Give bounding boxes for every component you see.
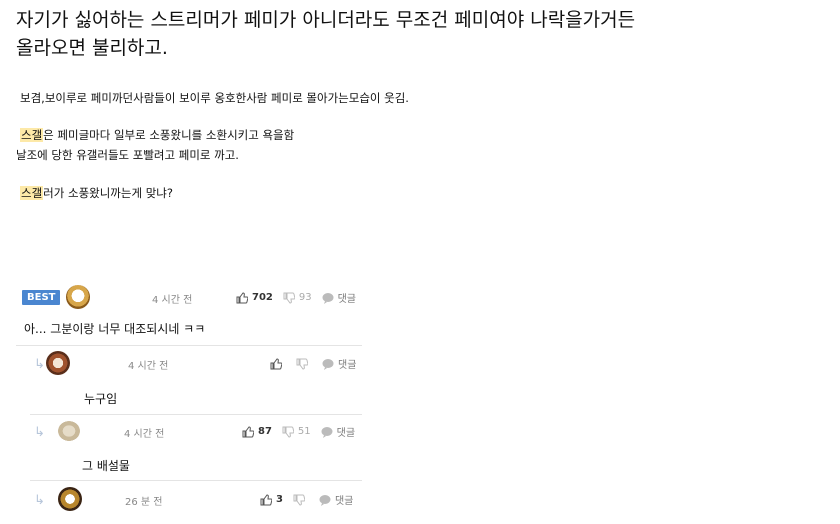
speech-bubble-icon[interactable] [319,494,331,506]
post-title-line2: 올라오면 불리하고. [16,37,168,59]
divider [16,345,362,346]
like-count: 3 [276,494,283,505]
thumbs-down-icon[interactable] [296,358,308,370]
dislike-count: 51 [297,426,311,437]
avatar[interactable] [58,421,80,441]
divider [30,480,362,481]
comment-text: 아... 그분이랑 너무 대조되시네 ㅋㅋ [24,322,206,336]
post-title-line1: 자기가 싫어하는 스트리머가 페미가 아니더라도 무조건 페미여야 나락을가거든 [16,9,636,31]
post-paragraph-1: 보겸,보이루로 페미까던사람들이 보이루 옹호한사람 페미로 몰아가는모습이 웃… [20,91,409,105]
reply-text: 누구임 [84,392,118,406]
thumbs-down-icon[interactable] [283,292,295,304]
reply-arrow-icon: ↳ [34,493,45,508]
thumbs-up-icon[interactable] [236,291,248,304]
paragraph-text: 은 페미글마다 일부로 소풍왔니를 소환시키고 욕을함 [43,128,295,142]
comment-time: 4 시간 전 [152,295,193,306]
reply-button[interactable]: 댓글 [338,290,356,305]
thumbs-up-icon[interactable] [260,493,272,506]
avatar[interactable] [46,351,70,375]
highlight-text: 스갤 [20,128,44,142]
reply-button[interactable]: 댓글 [337,424,355,439]
thumbs-up-icon[interactable] [242,425,254,438]
thumbs-up-icon[interactable] [270,357,282,370]
reply-time: 4 시간 전 [128,361,169,372]
reply-time: 26 분 전 [125,497,163,508]
post-paragraph-4: 스갤러가 소풍왔니까는게 맞냐? [20,185,173,201]
reply-button[interactable]: 댓글 [335,492,353,507]
comment-actions: 702 93 댓글 [236,290,356,305]
post-title: 자기가 싫어하는 스트리머가 페미가 아니더라도 무조건 페미여야 나락을가거든… [16,6,816,62]
post-paragraph-3: 날조에 당한 유갤러들도 포빨려고 페미로 까고. [16,148,239,162]
avatar[interactable] [58,487,82,511]
reply-actions: 87 51 댓글 [242,424,355,439]
reply-arrow-icon: ↳ [34,425,45,440]
speech-bubble-icon[interactable] [321,426,333,438]
reply-actions: 댓글 [270,356,356,371]
highlight-text: 스갤 [20,186,44,200]
avatar[interactable] [66,285,91,309]
thumbs-down-icon[interactable] [293,494,305,506]
thumbs-down-icon[interactable] [282,426,294,438]
dislike-count: 93 [298,292,312,303]
post-paragraph-2: 스갤은 페미글마다 일부로 소풍왔니를 소환시키고 욕을함 [20,127,294,143]
reply-time: 4 시간 전 [124,429,165,440]
speech-bubble-icon[interactable] [322,358,334,370]
divider [30,414,362,415]
like-count: 702 [252,292,273,303]
reply-button[interactable]: 댓글 [338,356,356,371]
speech-bubble-icon[interactable] [322,292,334,304]
paragraph-text: 러가 소풍왔니까는게 맞냐? [43,186,173,200]
reply-arrow-icon: ↳ [34,357,45,372]
reply-actions: 3 댓글 [260,492,353,507]
reply-text: 그 배설물 [82,459,130,473]
like-count: 87 [258,426,272,437]
best-badge: BEST [22,289,61,305]
